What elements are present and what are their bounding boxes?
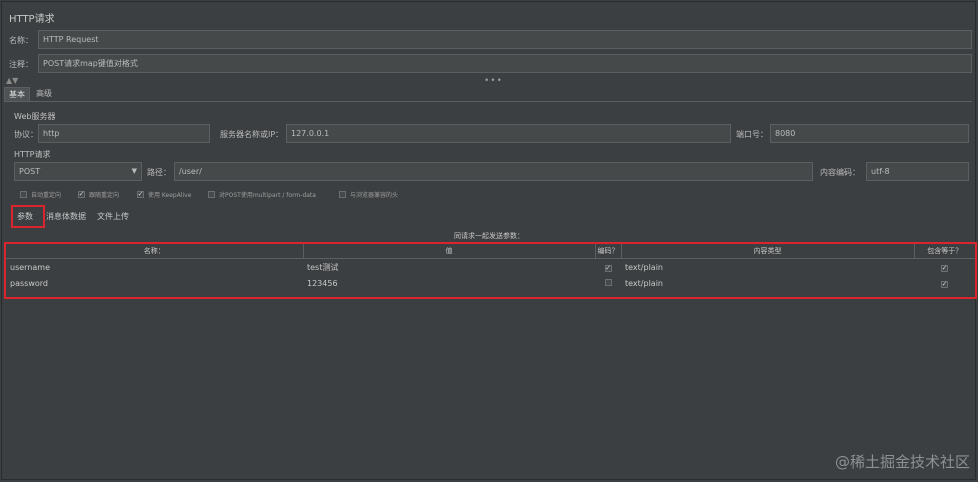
chevron-down-icon: ▼ <box>131 167 137 175</box>
header-content-type[interactable]: 内容类型 <box>621 244 915 259</box>
server-label: 服务器名称或IP： <box>220 130 284 139</box>
parameters-caption: 同请求一起发送参数： <box>454 232 524 240</box>
param-content-type[interactable]: text/plain <box>621 259 914 276</box>
name-input[interactable]: HTTP Request <box>38 30 972 49</box>
method-value: POST <box>19 167 41 176</box>
option-checkbox-2[interactable]: ✓ <box>137 191 144 198</box>
param-name[interactable]: username <box>6 259 303 276</box>
encoding-input[interactable]: utf-8 <box>866 162 969 181</box>
option-checkbox-0[interactable] <box>20 191 27 198</box>
table-row[interactable]: password 123456 text/plain ✓ <box>6 275 975 291</box>
option-label-4: 与浏览器兼容的头 <box>350 192 399 199</box>
comment-label: 注释： <box>9 60 33 69</box>
header-value[interactable]: 值 <box>303 244 596 259</box>
include-equals-checkbox[interactable]: ✓ <box>941 264 948 272</box>
encode-checkbox[interactable]: ✓ <box>604 264 612 272</box>
option-label-1: 跟随重定向 <box>89 192 120 199</box>
option-checkbox-4[interactable] <box>339 191 346 198</box>
collapse-arrow-icon[interactable]: ▲▼ <box>6 76 18 85</box>
watermark-text: @稀土掘金技术社区 <box>834 453 970 471</box>
method-select[interactable]: POST ▼ <box>14 162 142 181</box>
encode-checkbox[interactable] <box>604 278 612 286</box>
header-name[interactable]: 名称： <box>6 244 304 259</box>
option-checkbox-1[interactable]: ✓ <box>78 191 85 198</box>
param-value[interactable]: test测试 <box>303 259 595 276</box>
option-auto-redirect[interactable]: 自动重定向 <box>20 190 61 199</box>
path-label: 路径： <box>147 168 171 177</box>
option-keepalive[interactable]: ✓ 使用 KeepAlive <box>137 190 191 199</box>
protocol-input[interactable]: http <box>38 124 210 143</box>
parameters-highlight-box <box>11 205 45 228</box>
subtab-body-data[interactable]: 消息体数据 <box>46 211 86 222</box>
web-server-section-title: Web服务器 <box>14 112 56 121</box>
empty-table-area <box>4 300 972 476</box>
window-title: HTTP请求 <box>9 14 55 25</box>
option-checkbox-3[interactable] <box>208 191 215 198</box>
comment-input[interactable]: POST请求map键值对格式 <box>38 54 972 73</box>
include-equals-checkbox[interactable]: ✓ <box>941 280 948 288</box>
tab-divider <box>4 101 972 102</box>
port-input[interactable]: 8080 <box>770 124 969 143</box>
server-input[interactable]: 127.0.0.1 <box>286 124 731 143</box>
option-label-3: 对POST使用multipart / form-data <box>219 192 316 199</box>
param-value[interactable]: 123456 <box>303 275 595 291</box>
option-label-2: 使用 KeepAlive <box>148 192 192 199</box>
table-header-row: 名称： 值 编码？ 内容类型 包含等于？ <box>6 244 975 259</box>
option-browser-headers[interactable]: 与浏览器兼容的头 <box>339 190 398 199</box>
param-content-type[interactable]: text/plain <box>621 275 914 291</box>
table-row[interactable]: username test测试 ✓ text/plain ✓ <box>6 259 975 276</box>
tab-basic[interactable]: 基本 <box>4 87 30 101</box>
subtab-files-upload[interactable]: 文件上传 <box>97 211 129 222</box>
encoding-label: 内容编码： <box>820 168 860 177</box>
header-encode[interactable]: 编码？ <box>595 244 622 259</box>
option-multipart[interactable]: 对POST使用multipart / form-data <box>208 190 316 199</box>
path-input[interactable]: /user/ <box>174 162 813 181</box>
name-label: 名称： <box>9 36 33 45</box>
port-label: 端口号： <box>736 130 768 139</box>
http-request-section-title: HTTP请求 <box>14 150 51 159</box>
header-include-equals[interactable]: 包含等于？ <box>914 244 975 259</box>
protocol-label: 协议： <box>14 130 38 139</box>
param-name[interactable]: password <box>6 275 303 291</box>
option-follow-redirects[interactable]: ✓ 跟随重定向 <box>78 190 119 199</box>
option-label-0: 自动重定向 <box>31 192 62 199</box>
splitter-handle[interactable]: ••• <box>484 76 503 86</box>
parameters-table: 名称： 值 编码？ 内容类型 包含等于？ username test测试 ✓ t… <box>4 242 977 299</box>
tab-advanced[interactable]: 高级 <box>32 87 56 101</box>
